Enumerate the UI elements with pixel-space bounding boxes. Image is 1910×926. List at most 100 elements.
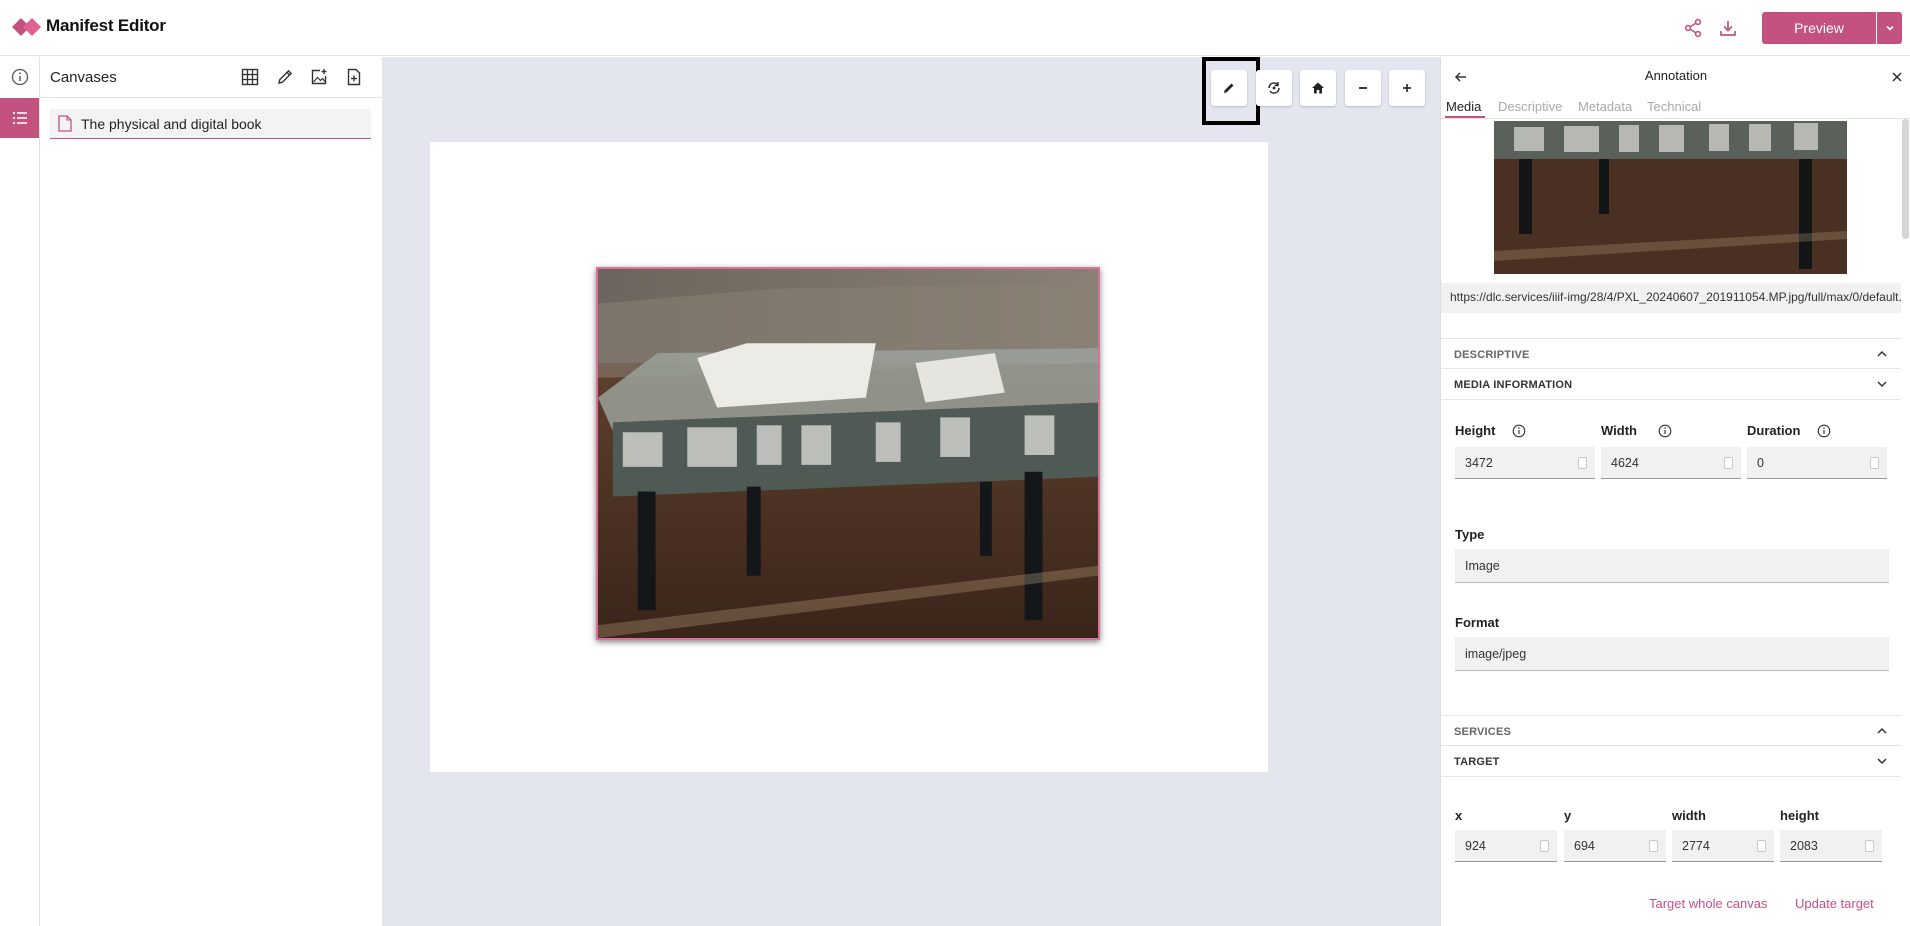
canvases-rail-button[interactable] bbox=[0, 98, 39, 138]
target-whole-canvas-button[interactable]: Target whole canvas bbox=[1649, 896, 1768, 911]
target-y-label: y bbox=[1564, 808, 1572, 823]
descriptive-section-header[interactable]: DESCRIPTIVE bbox=[1441, 338, 1901, 369]
canvas-viewer bbox=[383, 57, 1440, 926]
home-tool[interactable] bbox=[1300, 70, 1336, 106]
canvases-title: Canvases bbox=[50, 69, 117, 86]
update-target-button[interactable]: Update target bbox=[1795, 896, 1874, 911]
tab-media[interactable]: Media bbox=[1446, 99, 1481, 114]
canvas-list-item[interactable]: The physical and digital book bbox=[50, 109, 371, 139]
preview-button[interactable]: Preview bbox=[1762, 12, 1876, 44]
stepper-icon[interactable] bbox=[1540, 840, 1549, 852]
stepper-icon[interactable] bbox=[1865, 840, 1874, 852]
pencil-icon bbox=[278, 69, 293, 84]
target-x-input[interactable]: 924 bbox=[1455, 830, 1557, 862]
type-label: Type bbox=[1455, 527, 1485, 542]
download-button[interactable] bbox=[1714, 14, 1742, 42]
download-icon bbox=[1720, 21, 1736, 36]
info-icon bbox=[11, 68, 28, 86]
draw-annotation-tool[interactable] bbox=[1211, 70, 1247, 106]
chevron-up-icon bbox=[1877, 727, 1887, 734]
app-title: Manifest Editor bbox=[46, 16, 166, 35]
app-header: Manifest Editor Preview bbox=[0, 0, 1910, 56]
panel-scrollbar[interactable] bbox=[1902, 119, 1909, 239]
chevron-down-icon bbox=[1885, 25, 1894, 31]
info-icon[interactable] bbox=[1658, 424, 1672, 438]
minus-icon bbox=[1359, 87, 1367, 89]
target-height-label: height bbox=[1780, 808, 1819, 823]
document-icon bbox=[58, 115, 72, 132]
close-panel-button[interactable] bbox=[1887, 67, 1907, 87]
chevron-down-icon bbox=[1877, 381, 1887, 388]
annotation-image[interactable] bbox=[596, 267, 1100, 640]
chevron-up-icon bbox=[1877, 350, 1887, 357]
zoom-in-tool[interactable] bbox=[1389, 70, 1425, 106]
canvas-item-label: The physical and digital book bbox=[81, 116, 262, 132]
add-image-button[interactable] bbox=[307, 65, 331, 89]
target-x-label: x bbox=[1455, 808, 1463, 823]
stepper-icon[interactable] bbox=[1757, 840, 1766, 852]
panel-tabs: Media Descriptive Metadata Technical bbox=[1441, 95, 1910, 119]
media-information-section-header[interactable]: MEDIA INFORMATION bbox=[1441, 369, 1901, 400]
info-icon[interactable] bbox=[1512, 424, 1526, 438]
add-canvas-button[interactable] bbox=[342, 65, 366, 89]
list-icon bbox=[12, 111, 27, 125]
home-icon bbox=[1312, 82, 1324, 94]
target-width-input[interactable]: 2774 bbox=[1672, 830, 1774, 862]
info-rail-button[interactable] bbox=[0, 57, 39, 97]
duration-input[interactable]: 0 bbox=[1747, 447, 1887, 479]
add-file-icon bbox=[347, 68, 361, 86]
target-y-input[interactable]: 694 bbox=[1564, 830, 1666, 862]
thumbnail-photo bbox=[1494, 121, 1847, 274]
target-height-input[interactable]: 2083 bbox=[1780, 830, 1882, 862]
height-input[interactable]: 3472 bbox=[1455, 447, 1595, 479]
stepper-icon[interactable] bbox=[1578, 457, 1587, 469]
annotation-panel: Annotation Media Descriptive Metadata Te… bbox=[1440, 57, 1910, 926]
target-section-title: TARGET bbox=[1454, 756, 1500, 768]
display-case-photo bbox=[598, 269, 1098, 638]
media-url-field[interactable]: https://dlc.services/iiif-img/28/4/PXL_2… bbox=[1441, 283, 1901, 313]
pencil-icon bbox=[1224, 83, 1234, 93]
preview-menu-button[interactable] bbox=[1877, 12, 1902, 44]
info-icon[interactable] bbox=[1817, 424, 1831, 438]
plus-icon bbox=[1403, 84, 1411, 92]
target-width-label: width bbox=[1672, 808, 1706, 823]
rotate-icon bbox=[1268, 82, 1280, 94]
height-label: Height bbox=[1455, 423, 1496, 438]
duration-label: Duration bbox=[1747, 423, 1801, 438]
media-url: https://dlc.services/iiif-img/28/4/PXL_2… bbox=[1450, 290, 1901, 304]
format-input[interactable]: image/jpeg bbox=[1455, 637, 1889, 671]
stepper-icon[interactable] bbox=[1649, 840, 1658, 852]
target-section-header[interactable]: TARGET bbox=[1441, 746, 1901, 777]
format-label: Format bbox=[1455, 615, 1500, 630]
tab-metadata[interactable]: Metadata bbox=[1578, 99, 1632, 114]
media-information-section-title: MEDIA INFORMATION bbox=[1454, 379, 1573, 391]
grid-icon bbox=[241, 68, 259, 86]
stepper-icon[interactable] bbox=[1870, 457, 1879, 469]
chevron-down-icon bbox=[1877, 758, 1887, 765]
tab-descriptive[interactable]: Descriptive bbox=[1498, 99, 1562, 114]
zoom-out-tool[interactable] bbox=[1345, 70, 1381, 106]
grid-view-button[interactable] bbox=[238, 65, 262, 89]
services-section-title: SERVICES bbox=[1454, 726, 1512, 738]
left-rail bbox=[0, 57, 40, 926]
preview-split-button: Preview bbox=[1762, 12, 1902, 44]
media-thumbnail bbox=[1494, 121, 1847, 274]
edit-canvas-button[interactable] bbox=[273, 65, 297, 89]
canvases-panel: Canvases The physical and digital book bbox=[40, 57, 383, 926]
share-icon bbox=[1684, 18, 1702, 38]
canvases-panel-header: Canvases bbox=[40, 57, 383, 98]
tab-technical[interactable]: Technical bbox=[1647, 99, 1701, 114]
stepper-icon[interactable] bbox=[1724, 457, 1733, 469]
descriptive-section-title: DESCRIPTIVE bbox=[1454, 349, 1530, 361]
panel-title: Annotation bbox=[1644, 68, 1708, 83]
close-icon bbox=[1892, 72, 1902, 82]
active-tab-indicator bbox=[1445, 116, 1485, 118]
add-image-icon bbox=[311, 69, 327, 85]
services-section-header[interactable]: SERVICES bbox=[1441, 715, 1901, 746]
app-logo-icon bbox=[12, 16, 42, 38]
width-input[interactable]: 4624 bbox=[1601, 447, 1741, 479]
type-input[interactable]: Image bbox=[1455, 549, 1889, 583]
rotate-tool[interactable] bbox=[1256, 70, 1292, 106]
width-label: Width bbox=[1601, 423, 1637, 438]
share-button[interactable] bbox=[1679, 14, 1707, 42]
